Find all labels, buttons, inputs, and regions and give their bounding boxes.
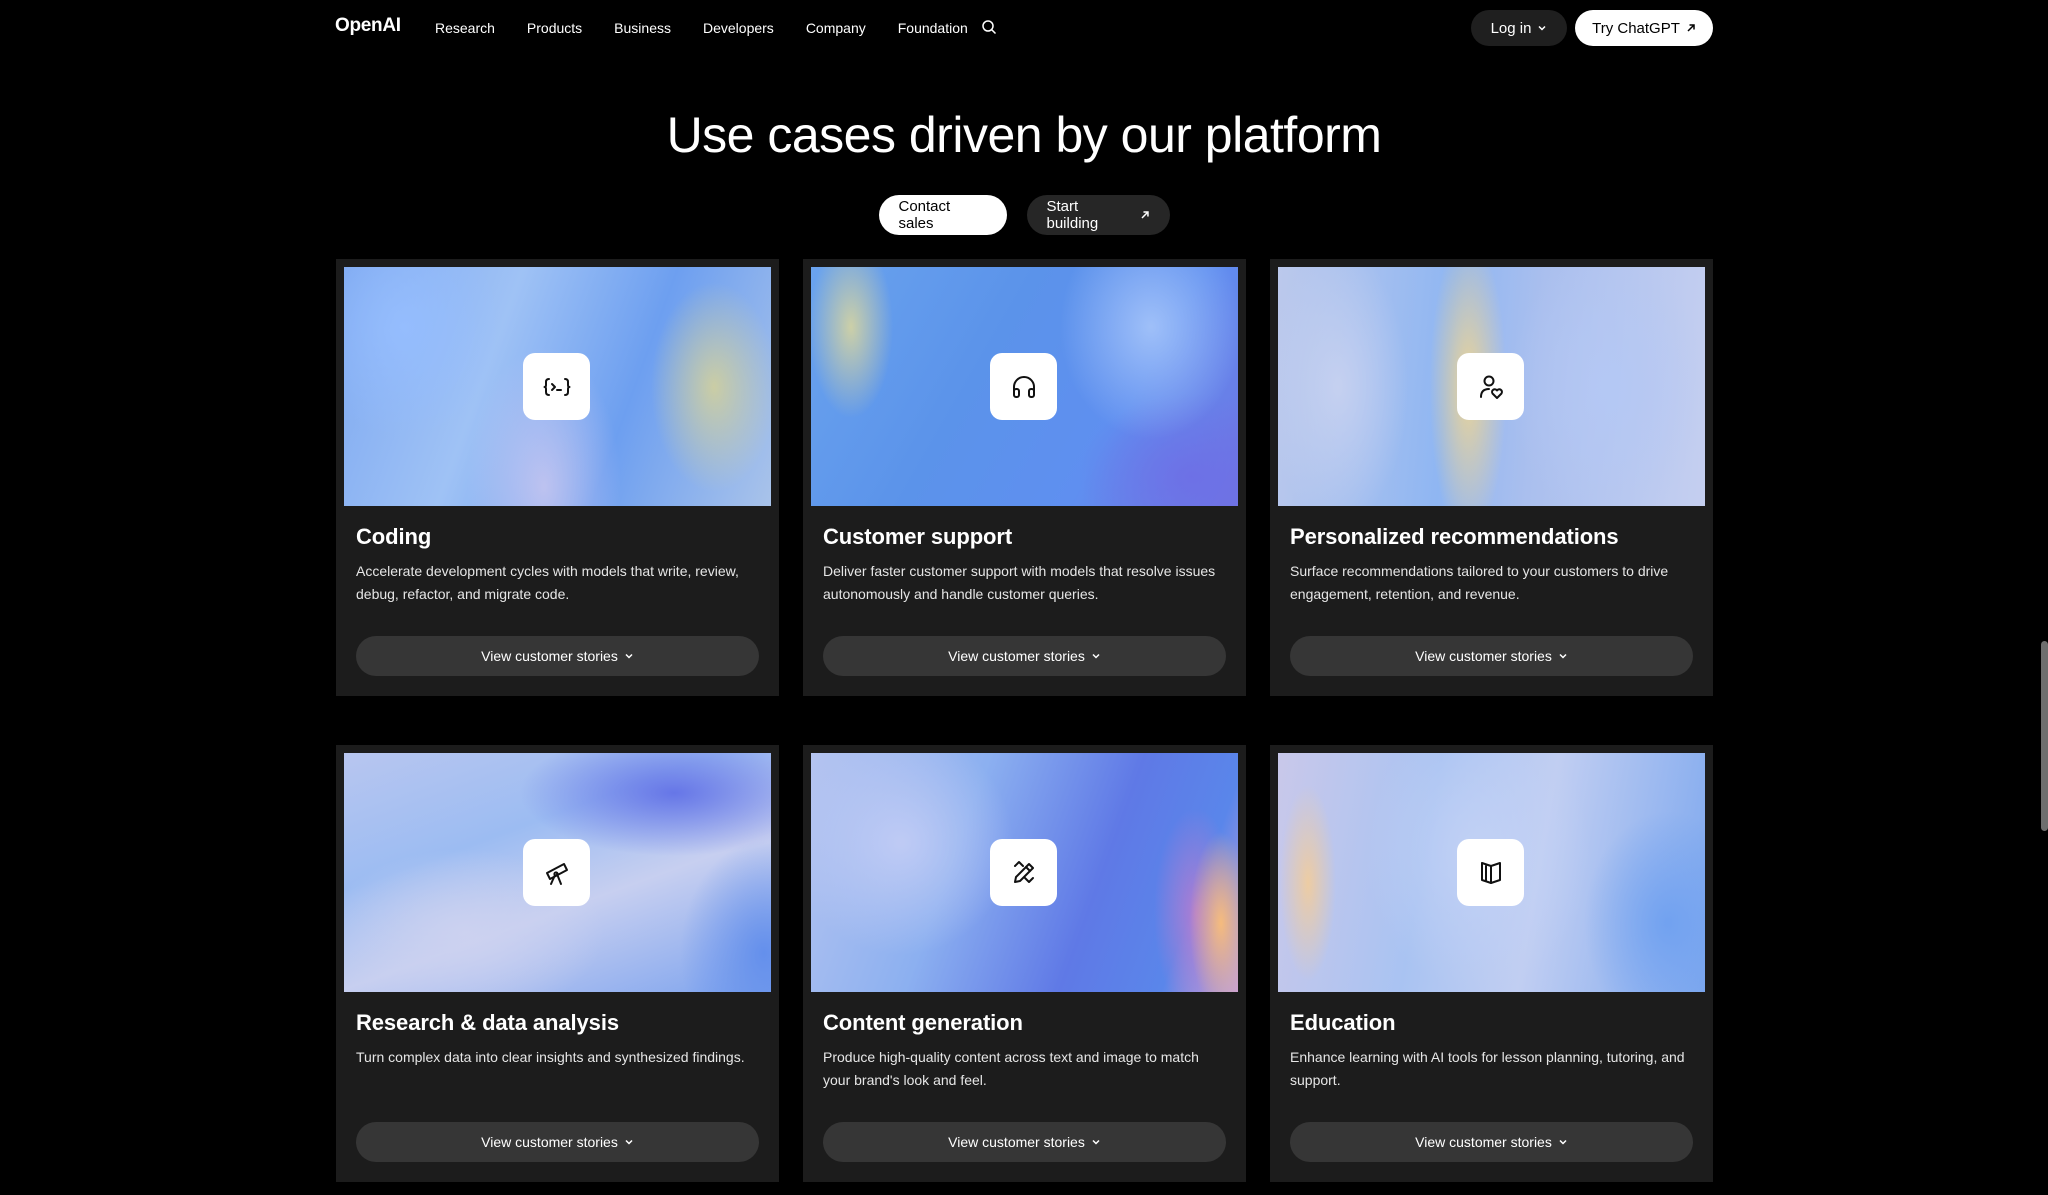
openai-logo[interactable]: OpenAI [335,15,401,37]
book-icon [1457,839,1524,906]
view-customer-stories-button[interactable]: View customer stories [823,636,1226,676]
nav-link-business[interactable]: Business [614,18,671,38]
start-building-button[interactable]: Start building [1026,195,1170,235]
card-title: Education [1290,1010,1396,1035]
button-label: View customer stories [481,648,618,664]
card-image [344,267,771,506]
button-label: View customer stories [481,1134,618,1150]
card-description: Enhance learning with AI tools for lesso… [1290,1049,1685,1088]
nav-link-products[interactable]: Products [527,18,582,38]
start-building-label: Start building [1046,198,1099,232]
chevron-down-icon [625,1139,633,1145]
use-case-card-personalized-recommendations: Personalized recommendations Surface rec… [1270,259,1713,696]
use-case-card-education: Education Enhance learning with AI tools… [1270,745,1713,1182]
card-description: Surface recommendations tailored to your… [1290,563,1669,602]
view-customer-stories-button[interactable]: View customer stories [1290,636,1693,676]
use-case-card-customer-support: Customer support Deliver faster customer… [803,259,1246,696]
view-customer-stories-button[interactable]: View customer stories [356,1122,759,1162]
card-title: Customer support [823,524,1013,549]
contact-sales-button[interactable]: Contact sales [878,195,1007,235]
cta-row: Contact sales Start building [0,195,2048,235]
nav-link-company[interactable]: Company [806,18,866,38]
headphones-icon [990,353,1057,420]
try-chatgpt-button[interactable]: Try ChatGPT [1575,10,1713,46]
view-customer-stories-button[interactable]: View customer stories [823,1122,1226,1162]
chevron-down-icon [1559,1139,1567,1145]
chevron-down-icon [1538,25,1546,31]
page-title: Use cases driven by our platform [666,107,1382,163]
nav-links: Research Products Business Developers Co… [435,18,1000,38]
card-image [1278,267,1705,506]
terminal-icon [523,353,590,420]
view-customer-stories-button[interactable]: View customer stories [356,636,759,676]
arrow-up-right-icon [1141,211,1149,219]
button-label: View customer stories [1415,1134,1552,1150]
arrow-up-right-icon [1687,24,1695,32]
pencil-ruler-icon [990,839,1057,906]
nav-link-research[interactable]: Research [435,18,495,38]
nav-link-developers[interactable]: Developers [703,18,774,38]
scrollbar-thumb[interactable] [2041,641,2048,831]
view-customer-stories-button[interactable]: View customer stories [1290,1122,1693,1162]
card-image [811,753,1238,992]
button-label: View customer stories [1415,648,1552,664]
card-title: Coding [356,524,432,549]
chevron-down-icon [1092,653,1100,659]
try-chatgpt-label: Try ChatGPT [1592,19,1680,37]
card-description: Deliver faster customer support with mod… [823,563,1216,602]
card-title: Research & data analysis [356,1010,619,1035]
use-case-card-content-generation: Content generation Produce high-quality … [803,745,1246,1182]
use-case-card-coding: Coding Accelerate development cycles wit… [336,259,779,696]
chevron-down-icon [625,653,633,659]
chevron-down-icon [1092,1139,1100,1145]
button-label: View customer stories [948,648,1085,664]
card-image [344,753,771,992]
card-title: Personalized recommendations [1290,524,1619,549]
button-label: View customer stories [948,1134,1085,1150]
nav-link-foundation[interactable]: Foundation [898,18,968,38]
search-icon[interactable] [981,19,999,37]
card-image [811,267,1238,506]
login-label: Log in [1490,19,1532,37]
telescope-icon [523,839,590,906]
card-description: Accelerate development cycles with model… [356,563,739,602]
scrollbar-track[interactable] [2040,0,2048,1195]
card-title: Content generation [823,1010,1023,1035]
user-heart-icon [1457,353,1524,420]
top-nav: OpenAI Research Products Business Develo… [0,0,2048,56]
card-description: Produce high-quality content across text… [823,1049,1199,1088]
card-image [1278,753,1705,992]
contact-sales-label: Contact sales [898,198,951,232]
use-case-card-research-data-analysis: Research & data analysis Turn complex da… [336,745,779,1182]
login-button[interactable]: Log in [1471,10,1567,46]
chevron-down-icon [1559,653,1567,659]
card-description: Turn complex data into clear insights an… [356,1049,745,1065]
